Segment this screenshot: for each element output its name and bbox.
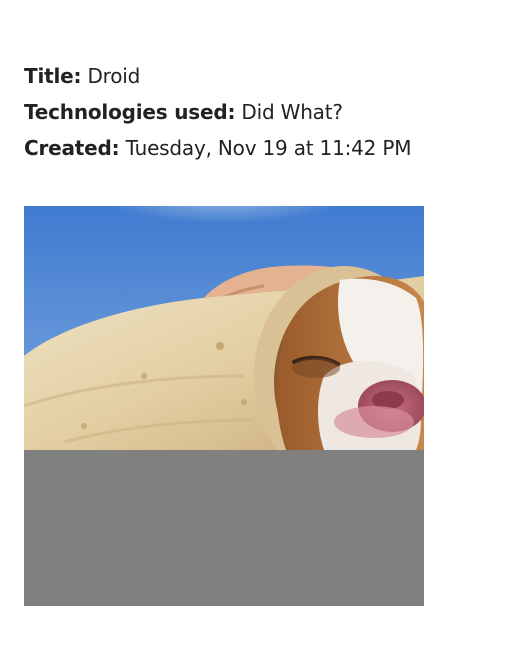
details-list: Title: Droid Technologies used: Did What…: [24, 58, 494, 166]
title-row: Title: Droid: [24, 58, 494, 94]
title-label: Title:: [24, 64, 82, 88]
created-value: Tuesday, Nov 19 at 11:42 PM: [125, 136, 412, 160]
technologies-label: Technologies used:: [24, 100, 236, 124]
created-row: Created: Tuesday, Nov 19 at 11:42 PM: [24, 130, 494, 166]
image-loaded-region: [24, 206, 424, 450]
title-value: Droid: [87, 64, 141, 88]
puppy-photo-graphic: [24, 206, 424, 606]
technologies-value: Did What?: [241, 100, 343, 124]
puppy-photo: [24, 206, 424, 606]
technologies-row: Technologies used: Did What?: [24, 94, 494, 130]
created-label: Created:: [24, 136, 120, 160]
